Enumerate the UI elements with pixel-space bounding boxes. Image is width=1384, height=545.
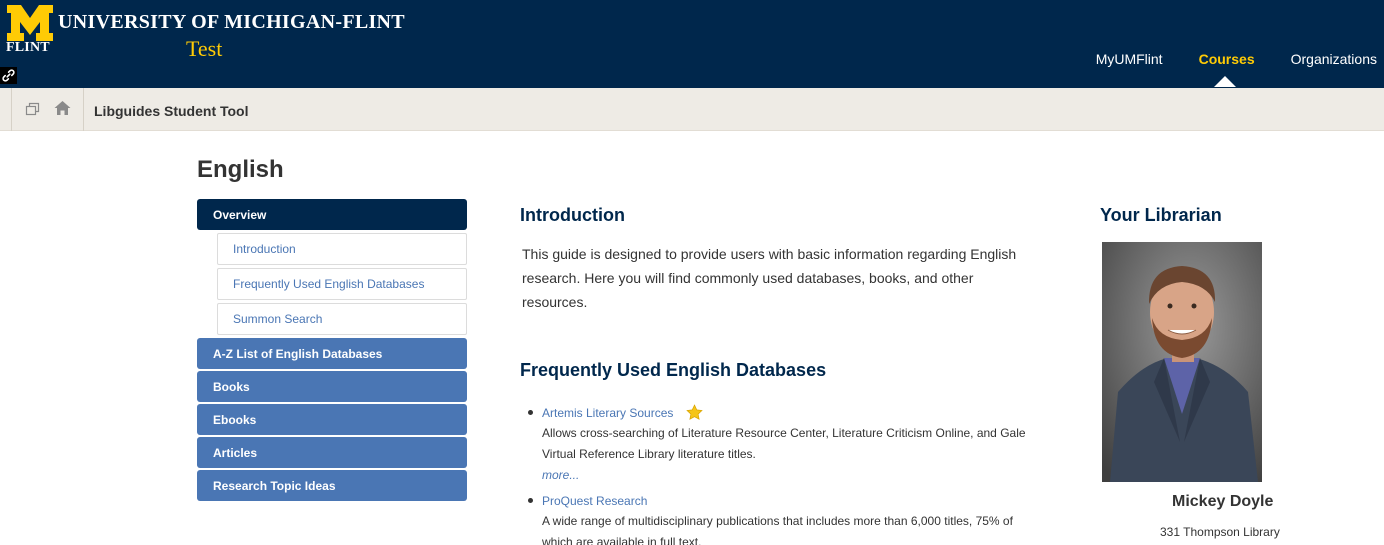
databases-heading: Frequently Used English Databases	[520, 360, 827, 380]
logo-campus-text: FLINT	[6, 40, 50, 55]
guide-side-nav: Overview Introduction Frequently Used En…	[197, 199, 467, 503]
crumb-divider	[11, 88, 12, 131]
database-description: Allows cross-searching of Literature Res…	[542, 426, 1026, 461]
sidebar-subnav: Introduction Frequently Used English Dat…	[217, 233, 467, 335]
database-list: Artemis Literary Sources Allows cross-se…	[520, 404, 1040, 545]
sidebar-item-overview[interactable]: Overview	[197, 199, 467, 230]
sidebar-subitem-summon-search[interactable]: Summon Search	[217, 303, 467, 335]
sidebar-subitem-frequently-used-databases[interactable]: Frequently Used English Databases	[217, 268, 467, 300]
database-description: A wide range of multidisciplinary public…	[542, 514, 1013, 545]
university-name[interactable]: UNIVERSITY OF MICHIGAN-FLINT	[58, 11, 405, 34]
librarian-photo	[1102, 242, 1262, 482]
top-navigation: MyUMFlint Courses Organizations	[1060, 51, 1377, 71]
active-tab-indicator	[1214, 76, 1236, 87]
link-icon[interactable]	[0, 67, 17, 84]
sidebar-item-research-topic-ideas[interactable]: Research Topic Ideas	[197, 470, 467, 501]
sidebar-subitem-introduction[interactable]: Introduction	[217, 233, 467, 265]
site-subtitle: Test	[186, 36, 223, 61]
nav-courses[interactable]: Courses	[1199, 51, 1255, 71]
database-link-proquest[interactable]: ProQuest Research	[542, 494, 647, 508]
page-title: English	[197, 156, 284, 183]
more-link[interactable]: more...	[542, 465, 1040, 486]
sidebar-item-books[interactable]: Books	[197, 371, 467, 402]
librarian-name: Mickey Doyle	[1172, 493, 1274, 510]
sidebar-item-az-databases[interactable]: A-Z List of English Databases	[197, 338, 467, 369]
list-bullet	[528, 410, 533, 415]
course-menu-icon[interactable]	[25, 101, 41, 117]
breadcrumb: Libguides Student Tool	[0, 88, 1384, 131]
main-content: Introduction This guide is designed to p…	[520, 205, 1040, 545]
sidebar-item-articles[interactable]: Articles	[197, 437, 467, 468]
site-header: FLINT UNIVERSITY OF MICHIGAN-FLINT Test …	[0, 0, 1384, 88]
crumb-divider	[83, 88, 84, 131]
home-icon[interactable]	[54, 100, 71, 116]
librarian-office: 331 Thompson Library	[1160, 525, 1280, 539]
sidebar-item-ebooks[interactable]: Ebooks	[197, 404, 467, 435]
librarian-heading: Your Librarian	[1100, 205, 1222, 225]
nav-myumflint[interactable]: MyUMFlint	[1096, 51, 1163, 71]
university-block-m-logo[interactable]	[6, 4, 54, 42]
introduction-text: This guide is designed to provide users …	[522, 246, 1017, 310]
list-item: ProQuest Research A wide range of multid…	[520, 492, 1040, 545]
breadcrumb-title: Libguides Student Tool	[94, 103, 249, 119]
list-bullet	[528, 498, 533, 503]
database-link-artemis[interactable]: Artemis Literary Sources	[542, 406, 673, 420]
introduction-heading: Introduction	[520, 205, 625, 225]
nav-organizations[interactable]: Organizations	[1291, 51, 1377, 71]
star-icon	[686, 404, 703, 421]
list-item: Artemis Literary Sources Allows cross-se…	[520, 404, 1040, 486]
